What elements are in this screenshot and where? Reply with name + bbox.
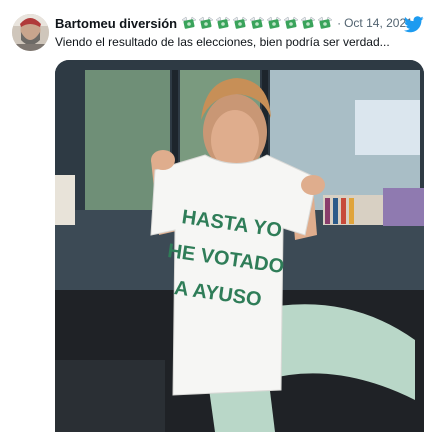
separator: · xyxy=(337,16,342,30)
display-name[interactable]: Bartomeu diversión xyxy=(55,16,177,31)
money-with-wings-icon xyxy=(317,16,333,29)
money-with-wings-icon xyxy=(215,16,231,29)
money-with-wings-icon xyxy=(300,16,316,29)
money-with-wings-icon xyxy=(283,16,299,29)
tweet-date-link[interactable]: Oct 14, 2021 xyxy=(344,16,413,30)
name-emoji-row xyxy=(181,16,334,30)
avatar-image xyxy=(12,14,49,51)
money-with-wings-icon xyxy=(198,16,214,29)
money-with-wings-icon xyxy=(232,16,248,29)
tweet-photo[interactable]: HASTA YO HE VOTADO A AYUSO xyxy=(55,60,424,432)
twitter-bird-icon[interactable] xyxy=(404,16,424,33)
avatar[interactable] xyxy=(12,14,49,51)
money-with-wings-icon xyxy=(266,16,282,29)
money-with-wings-icon xyxy=(181,16,197,29)
money-with-wings-icon xyxy=(249,16,265,29)
tweet-text: Viendo el resultado de las elecciones, b… xyxy=(55,35,390,49)
photo-image: HASTA YO HE VOTADO A AYUSO xyxy=(55,60,424,432)
tweet-card[interactable]: Bartomeu diversión · Oct 14, 2021 Viendo… xyxy=(0,0,438,432)
tweet-header: Bartomeu diversión · Oct 14, 2021 xyxy=(55,14,413,32)
